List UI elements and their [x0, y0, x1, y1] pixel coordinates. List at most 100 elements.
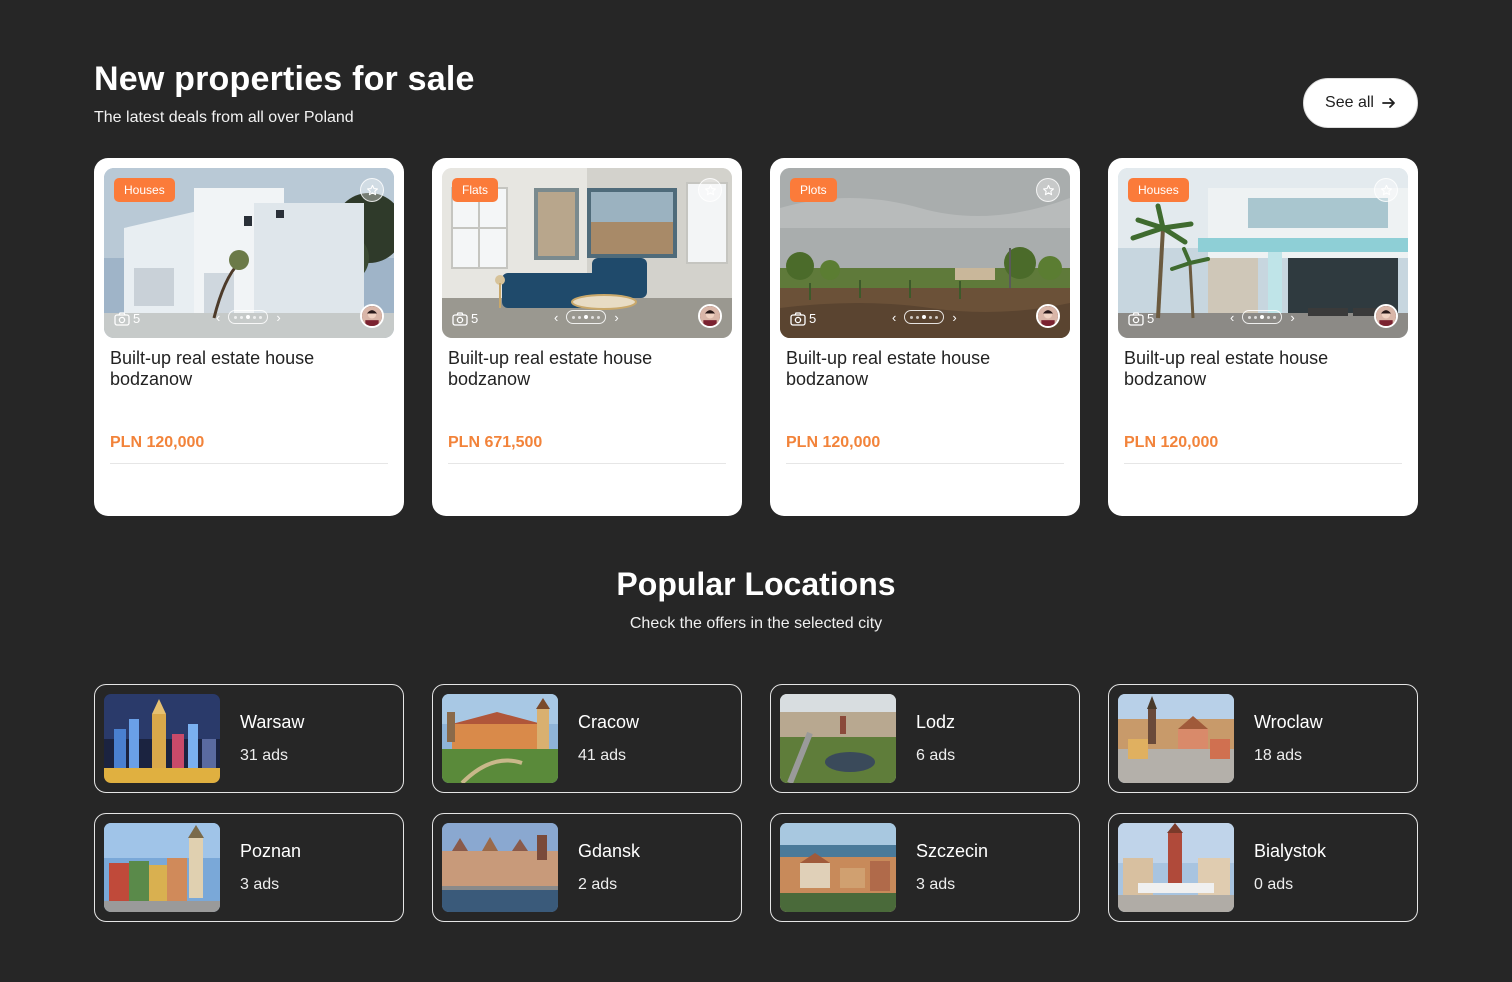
property-price: PLN 120,000	[786, 434, 881, 451]
camera-icon	[114, 311, 130, 326]
slider-dots	[566, 310, 607, 324]
chevron-right-icon[interactable]: ›	[952, 311, 956, 324]
divider	[448, 463, 726, 464]
city-name: Lodz	[916, 712, 956, 732]
property-photo[interactable]: Houses 5 ‹ ›	[104, 168, 394, 338]
location-card-warsaw[interactable]: Warsaw 31 ads	[94, 684, 404, 793]
ads-count: 18 ads	[1254, 747, 1303, 764]
location-card-poznan[interactable]: Poznan 3 ads	[94, 813, 404, 922]
slider-dots	[228, 310, 269, 324]
property-photo[interactable]: Houses 5 ‹ ›	[1118, 168, 1408, 338]
camera-icon	[1128, 311, 1144, 326]
see-all-label: See all	[1325, 94, 1374, 111]
ads-count: 0 ads	[1254, 876, 1294, 893]
chevron-left-icon[interactable]: ‹	[892, 311, 896, 324]
chevron-right-icon[interactable]: ›	[1290, 311, 1294, 324]
photo-slider[interactable]: ‹ ›	[554, 310, 619, 324]
city-name: Bialystok	[1254, 841, 1327, 861]
property-card[interactable]: Flats 5 ‹ › Built-up real estate house b…	[432, 158, 742, 516]
property-title[interactable]: Built-up real estate house bodzanow	[110, 348, 380, 390]
photo-count: 5	[790, 311, 816, 326]
star-icon	[1042, 184, 1054, 195]
photo-count: 5	[114, 311, 140, 326]
location-card-bialystok[interactable]: Bialystok 0 ads	[1108, 813, 1418, 922]
star-icon	[704, 184, 716, 195]
ads-count: 3 ads	[916, 876, 956, 893]
chevron-left-icon[interactable]: ‹	[554, 311, 558, 324]
chevron-right-icon[interactable]: ›	[276, 311, 280, 324]
photo-slider[interactable]: ‹ ›	[1230, 310, 1295, 324]
location-card-szczecin[interactable]: Szczecin 3 ads	[770, 813, 1080, 922]
section-title: Popular Locations	[616, 566, 896, 602]
location-card-lodz[interactable]: Lodz 6 ads	[770, 684, 1080, 793]
photo-count: 5	[452, 311, 478, 326]
property-title[interactable]: Built-up real estate house bodzanow	[448, 348, 718, 390]
category-badge: Houses	[1128, 178, 1189, 202]
arrow-right-icon	[1382, 98, 1395, 108]
photo-count-value: 5	[1147, 311, 1155, 326]
chevron-left-icon[interactable]: ‹	[1230, 311, 1234, 324]
ads-count: 2 ads	[578, 876, 618, 893]
category-badge: Houses	[114, 178, 175, 202]
location-card-cracow[interactable]: Cracow 41 ads	[432, 684, 742, 793]
favorite-button[interactable]	[1374, 178, 1398, 202]
city-name: Poznan	[240, 841, 302, 861]
city-name: Warsaw	[240, 712, 305, 732]
location-card-gdansk[interactable]: Gdansk 2 ads	[432, 813, 742, 922]
city-name: Gdansk	[578, 841, 641, 861]
agent-avatar[interactable]	[360, 304, 384, 328]
city-name: Wroclaw	[1254, 712, 1323, 732]
ads-count: 6 ads	[916, 747, 956, 764]
slider-dots	[904, 310, 945, 324]
chevron-right-icon[interactable]: ›	[614, 311, 618, 324]
divider	[786, 463, 1064, 464]
page: New properties for sale The latest deals…	[0, 0, 1512, 982]
divider	[1124, 463, 1402, 464]
agent-avatar[interactable]	[698, 304, 722, 328]
agent-avatar[interactable]	[1374, 304, 1398, 328]
photo-count: 5	[1128, 311, 1154, 326]
property-card[interactable]: Plots 5 ‹ › Built-up real estate house b…	[770, 158, 1080, 516]
city-photo	[104, 694, 220, 783]
photo-slider[interactable]: ‹ ›	[892, 310, 957, 324]
agent-avatar[interactable]	[1036, 304, 1060, 328]
property-title[interactable]: Built-up real estate house bodzanow	[1124, 348, 1394, 390]
property-price: PLN 671,500	[448, 434, 543, 451]
city-photo	[442, 694, 558, 783]
category-badge: Plots	[790, 178, 837, 202]
favorite-button[interactable]	[1036, 178, 1060, 202]
camera-icon	[452, 311, 468, 326]
photo-count-value: 5	[133, 311, 141, 326]
camera-icon	[790, 311, 806, 326]
chevron-left-icon[interactable]: ‹	[216, 311, 220, 324]
location-card-wroclaw[interactable]: Wroclaw 18 ads	[1108, 684, 1418, 793]
photo-slider[interactable]: ‹ ›	[216, 310, 281, 324]
favorite-button[interactable]	[698, 178, 722, 202]
property-card[interactable]: Houses 5 ‹ › Built-up real estate house …	[1108, 158, 1418, 516]
city-photo	[780, 823, 896, 912]
city-photo	[442, 823, 558, 912]
property-photo[interactable]: Plots 5 ‹ ›	[780, 168, 1070, 338]
slider-dots	[1242, 310, 1283, 324]
ads-count: 41 ads	[578, 747, 627, 764]
city-photo	[780, 694, 896, 783]
see-all-button[interactable]: See all	[1303, 78, 1418, 128]
favorite-button[interactable]	[360, 178, 384, 202]
city-photo	[1118, 823, 1234, 912]
photo-count-value: 5	[809, 311, 817, 326]
property-title[interactable]: Built-up real estate house bodzanow	[786, 348, 1056, 390]
section-subtitle: Check the offers in the selected city	[629, 615, 883, 632]
divider	[110, 463, 388, 464]
section-title: New properties for sale	[94, 60, 475, 98]
property-card[interactable]: Houses 5 ‹ › Built-up real estate house …	[94, 158, 404, 516]
property-price: PLN 120,000	[110, 434, 205, 451]
property-photo[interactable]: Flats 5 ‹ ›	[442, 168, 732, 338]
star-icon	[366, 184, 378, 195]
city-name: Cracow	[578, 712, 640, 732]
ads-count: 3 ads	[240, 876, 280, 893]
city-photo	[1118, 694, 1234, 783]
star-icon	[1380, 184, 1392, 195]
city-name: Szczecin	[916, 841, 989, 861]
section-subtitle: The latest deals from all over Poland	[94, 109, 354, 126]
ads-count: 31 ads	[240, 747, 289, 764]
